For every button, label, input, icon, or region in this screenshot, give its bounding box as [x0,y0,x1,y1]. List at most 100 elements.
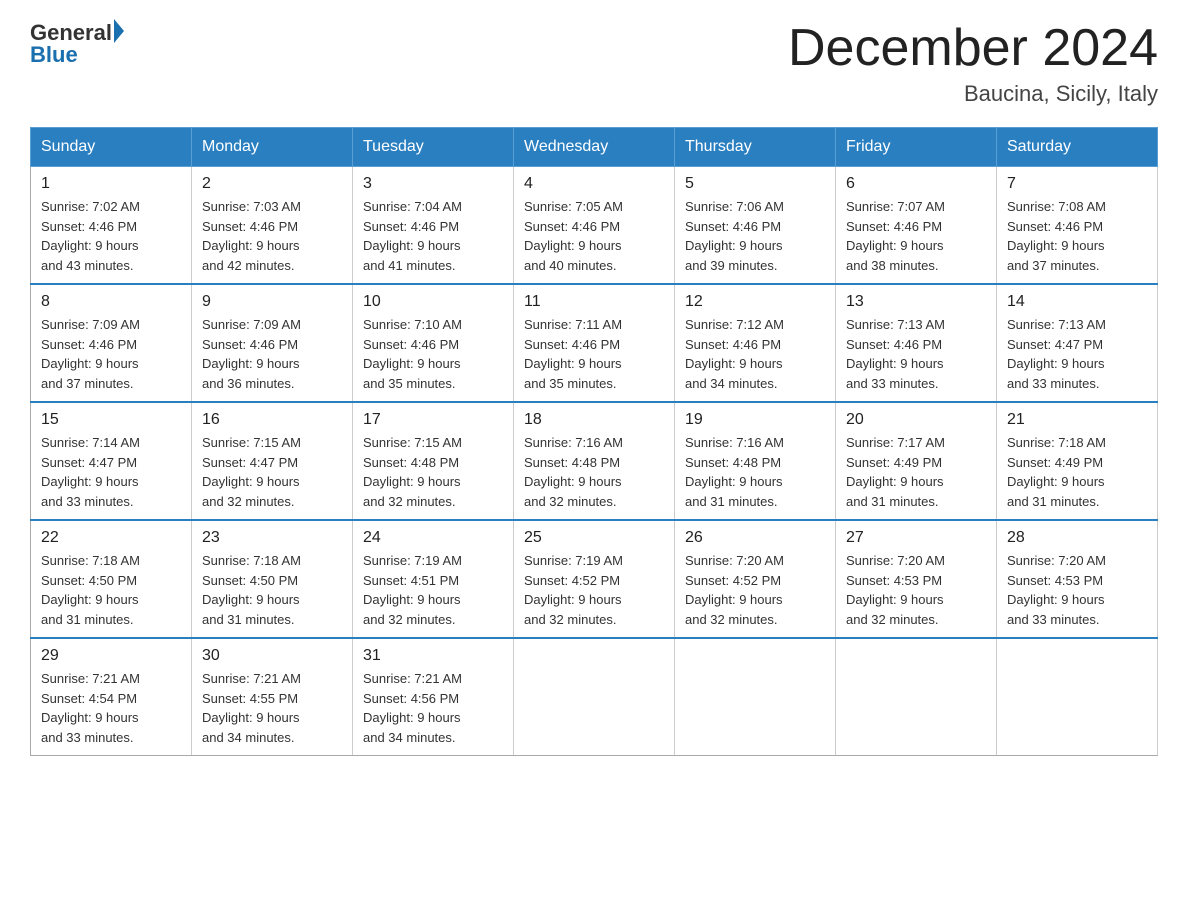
week-row-3: 15 Sunrise: 7:14 AMSunset: 4:47 PMDayligh… [31,402,1158,520]
day-info: Sunrise: 7:09 AMSunset: 4:46 PMDaylight:… [202,315,342,393]
day-header-thursday: Thursday [675,128,836,167]
logo: General Blue [30,20,124,68]
day-number: 12 [685,293,825,311]
day-cell: 29 Sunrise: 7:21 AMSunset: 4:54 PMDayligh… [31,638,192,756]
day-cell: 2 Sunrise: 7:03 AMSunset: 4:46 PMDaylight… [192,167,353,285]
day-number: 3 [363,175,503,193]
location-title: Baucina, Sicily, Italy [788,81,1158,107]
day-cell: 7 Sunrise: 7:08 AMSunset: 4:46 PMDaylight… [997,167,1158,285]
day-cell [836,638,997,756]
day-info: Sunrise: 7:03 AMSunset: 4:46 PMDaylight:… [202,197,342,275]
day-info: Sunrise: 7:15 AMSunset: 4:48 PMDaylight:… [363,433,503,511]
week-row-4: 22Sunrise: 7:18 AMSunset: 4:50 PMDayligh… [31,520,1158,638]
day-cell [514,638,675,756]
day-info: Sunrise: 7:16 AMSunset: 4:48 PMDaylight:… [685,433,825,511]
day-info: Sunrise: 7:19 AMSunset: 4:52 PMDaylight:… [524,551,664,629]
day-number: 11 [524,293,664,311]
day-info: Sunrise: 7:18 AMSunset: 4:50 PMDaylight:… [41,551,181,629]
day-number: 14 [1007,293,1147,311]
day-cell: 26 Sunrise: 7:20 AMSunset: 4:52 PMDayligh… [675,520,836,638]
day-cell: 13 Sunrise: 7:13 AMSunset: 4:46 PMDayligh… [836,284,997,402]
day-cell: 27Sunrise: 7:20 AMSunset: 4:53 PMDayligh… [836,520,997,638]
day-number: 8 [41,293,181,311]
day-cell: 24Sunrise: 7:19 AMSunset: 4:51 PMDayligh… [353,520,514,638]
day-cell: 30 Sunrise: 7:21 AMSunset: 4:55 PMDayligh… [192,638,353,756]
day-info: Sunrise: 7:09 AMSunset: 4:46 PMDaylight:… [41,315,181,393]
header: General Blue December 2024 Baucina, Sici… [30,20,1158,107]
day-number: 31 [363,647,503,665]
day-info: Sunrise: 7:20 AMSunset: 4:53 PMDaylight:… [1007,551,1147,629]
day-header-row: SundayMondayTuesdayWednesdayThursdayFrid… [31,128,1158,167]
day-cell: 15 Sunrise: 7:14 AMSunset: 4:47 PMDayligh… [31,402,192,520]
day-number: 21 [1007,411,1147,429]
day-info: Sunrise: 7:07 AMSunset: 4:46 PMDaylight:… [846,197,986,275]
day-cell: 28 Sunrise: 7:20 AMSunset: 4:53 PMDayligh… [997,520,1158,638]
day-header-saturday: Saturday [997,128,1158,167]
day-cell: 10 Sunrise: 7:10 AMSunset: 4:46 PMDayligh… [353,284,514,402]
day-info: Sunrise: 7:11 AMSunset: 4:46 PMDaylight:… [524,315,664,393]
day-cell: 6Sunrise: 7:07 AMSunset: 4:46 PMDaylight… [836,167,997,285]
day-cell: 20 Sunrise: 7:17 AMSunset: 4:49 PMDayligh… [836,402,997,520]
day-info: Sunrise: 7:14 AMSunset: 4:47 PMDaylight:… [41,433,181,511]
day-cell: 25 Sunrise: 7:19 AMSunset: 4:52 PMDayligh… [514,520,675,638]
day-info: Sunrise: 7:08 AMSunset: 4:46 PMDaylight:… [1007,197,1147,275]
logo-blue: Blue [30,42,78,68]
day-cell: 19Sunrise: 7:16 AMSunset: 4:48 PMDayligh… [675,402,836,520]
day-cell: 3 Sunrise: 7:04 AMSunset: 4:46 PMDaylight… [353,167,514,285]
day-info: Sunrise: 7:20 AMSunset: 4:52 PMDaylight:… [685,551,825,629]
day-number: 28 [1007,529,1147,547]
day-number: 9 [202,293,342,311]
day-cell [997,638,1158,756]
day-info: Sunrise: 7:17 AMSunset: 4:49 PMDaylight:… [846,433,986,511]
week-row-2: 8 Sunrise: 7:09 AMSunset: 4:46 PMDaylight… [31,284,1158,402]
week-row-5: 29 Sunrise: 7:21 AMSunset: 4:54 PMDayligh… [31,638,1158,756]
month-title: December 2024 [788,20,1158,77]
day-info: Sunrise: 7:13 AMSunset: 4:47 PMDaylight:… [1007,315,1147,393]
day-cell: 31 Sunrise: 7:21 AMSunset: 4:56 PMDayligh… [353,638,514,756]
week-row-1: 1 Sunrise: 7:02 AMSunset: 4:46 PMDaylight… [31,167,1158,285]
day-number: 2 [202,175,342,193]
day-number: 13 [846,293,986,311]
day-info: Sunrise: 7:02 AMSunset: 4:46 PMDaylight:… [41,197,181,275]
day-number: 25 [524,529,664,547]
day-info: Sunrise: 7:21 AMSunset: 4:55 PMDaylight:… [202,669,342,747]
day-info: Sunrise: 7:16 AMSunset: 4:48 PMDaylight:… [524,433,664,511]
day-info: Sunrise: 7:21 AMSunset: 4:56 PMDaylight:… [363,669,503,747]
day-number: 26 [685,529,825,547]
day-number: 17 [363,411,503,429]
calendar-table: SundayMondayTuesdayWednesdayThursdayFrid… [30,127,1158,756]
day-number: 5 [685,175,825,193]
day-cell: 5Sunrise: 7:06 AMSunset: 4:46 PMDaylight… [675,167,836,285]
day-cell: 23Sunrise: 7:18 AMSunset: 4:50 PMDayligh… [192,520,353,638]
day-number: 20 [846,411,986,429]
day-cell: 22Sunrise: 7:18 AMSunset: 4:50 PMDayligh… [31,520,192,638]
day-info: Sunrise: 7:10 AMSunset: 4:46 PMDaylight:… [363,315,503,393]
day-header-friday: Friday [836,128,997,167]
day-number: 29 [41,647,181,665]
day-cell: 14 Sunrise: 7:13 AMSunset: 4:47 PMDayligh… [997,284,1158,402]
day-header-wednesday: Wednesday [514,128,675,167]
day-info: Sunrise: 7:04 AMSunset: 4:46 PMDaylight:… [363,197,503,275]
day-info: Sunrise: 7:12 AMSunset: 4:46 PMDaylight:… [685,315,825,393]
day-cell: 4 Sunrise: 7:05 AMSunset: 4:46 PMDaylight… [514,167,675,285]
day-number: 7 [1007,175,1147,193]
day-number: 15 [41,411,181,429]
day-number: 27 [846,529,986,547]
day-number: 4 [524,175,664,193]
day-number: 30 [202,647,342,665]
logo-arrow-icon [114,19,124,43]
day-cell: 21Sunrise: 7:18 AMSunset: 4:49 PMDayligh… [997,402,1158,520]
day-number: 1 [41,175,181,193]
day-info: Sunrise: 7:19 AMSunset: 4:51 PMDaylight:… [363,551,503,629]
day-info: Sunrise: 7:21 AMSunset: 4:54 PMDaylight:… [41,669,181,747]
day-cell: 16Sunrise: 7:15 AMSunset: 4:47 PMDayligh… [192,402,353,520]
day-info: Sunrise: 7:05 AMSunset: 4:46 PMDaylight:… [524,197,664,275]
day-number: 10 [363,293,503,311]
day-number: 23 [202,529,342,547]
day-cell [675,638,836,756]
day-header-monday: Monday [192,128,353,167]
day-info: Sunrise: 7:15 AMSunset: 4:47 PMDaylight:… [202,433,342,511]
day-info: Sunrise: 7:13 AMSunset: 4:46 PMDaylight:… [846,315,986,393]
day-header-sunday: Sunday [31,128,192,167]
day-cell: 12 Sunrise: 7:12 AMSunset: 4:46 PMDayligh… [675,284,836,402]
